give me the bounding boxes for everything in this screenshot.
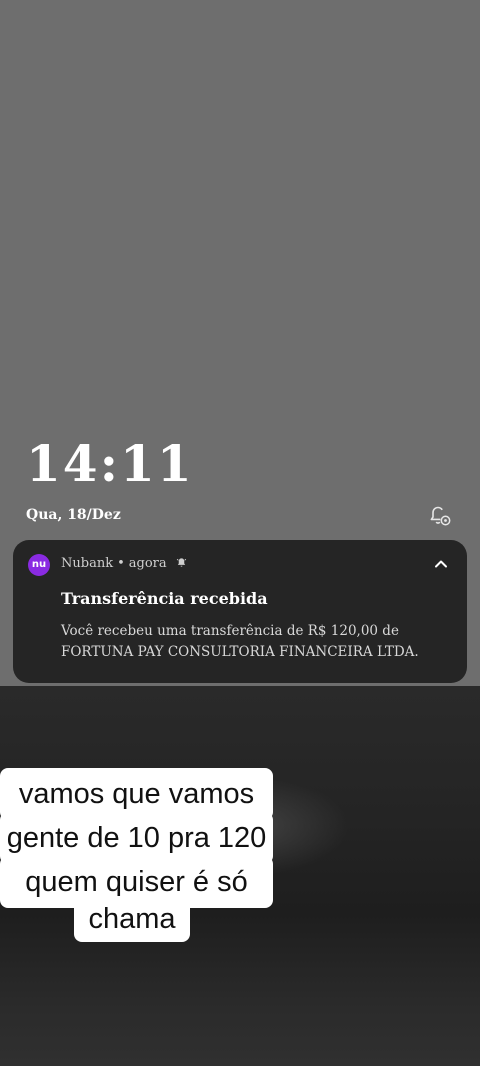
nubank-app-icon: nu <box>28 554 50 576</box>
notification-header: Nubank • agora <box>61 556 187 571</box>
date: Qua, 18/Dez <box>26 507 121 523</box>
notification-time: agora <box>128 556 167 571</box>
caption-line-4: chama <box>74 896 190 942</box>
lock-screen-wallpaper: 14:11 Qua, 18/Dez nu Nubank • agora Tran… <box>0 0 480 686</box>
bell-settings-icon[interactable] <box>428 504 452 528</box>
notification-body: Você recebeu uma transferência de R$ 120… <box>61 623 419 660</box>
notification-separator: • <box>117 556 125 571</box>
chevron-up-icon[interactable] <box>431 554 451 574</box>
clock: 14:11 <box>26 434 194 493</box>
notification-card[interactable]: nu Nubank • agora Transferência recebida V… <box>13 540 467 683</box>
alert-bell-icon <box>176 558 186 567</box>
lock-screen: 14:11 Qua, 18/Dez nu Nubank • agora Tran… <box>0 0 480 1066</box>
notification-title: Transferência recebida <box>61 589 268 608</box>
notification-app-name: Nubank <box>61 556 114 571</box>
